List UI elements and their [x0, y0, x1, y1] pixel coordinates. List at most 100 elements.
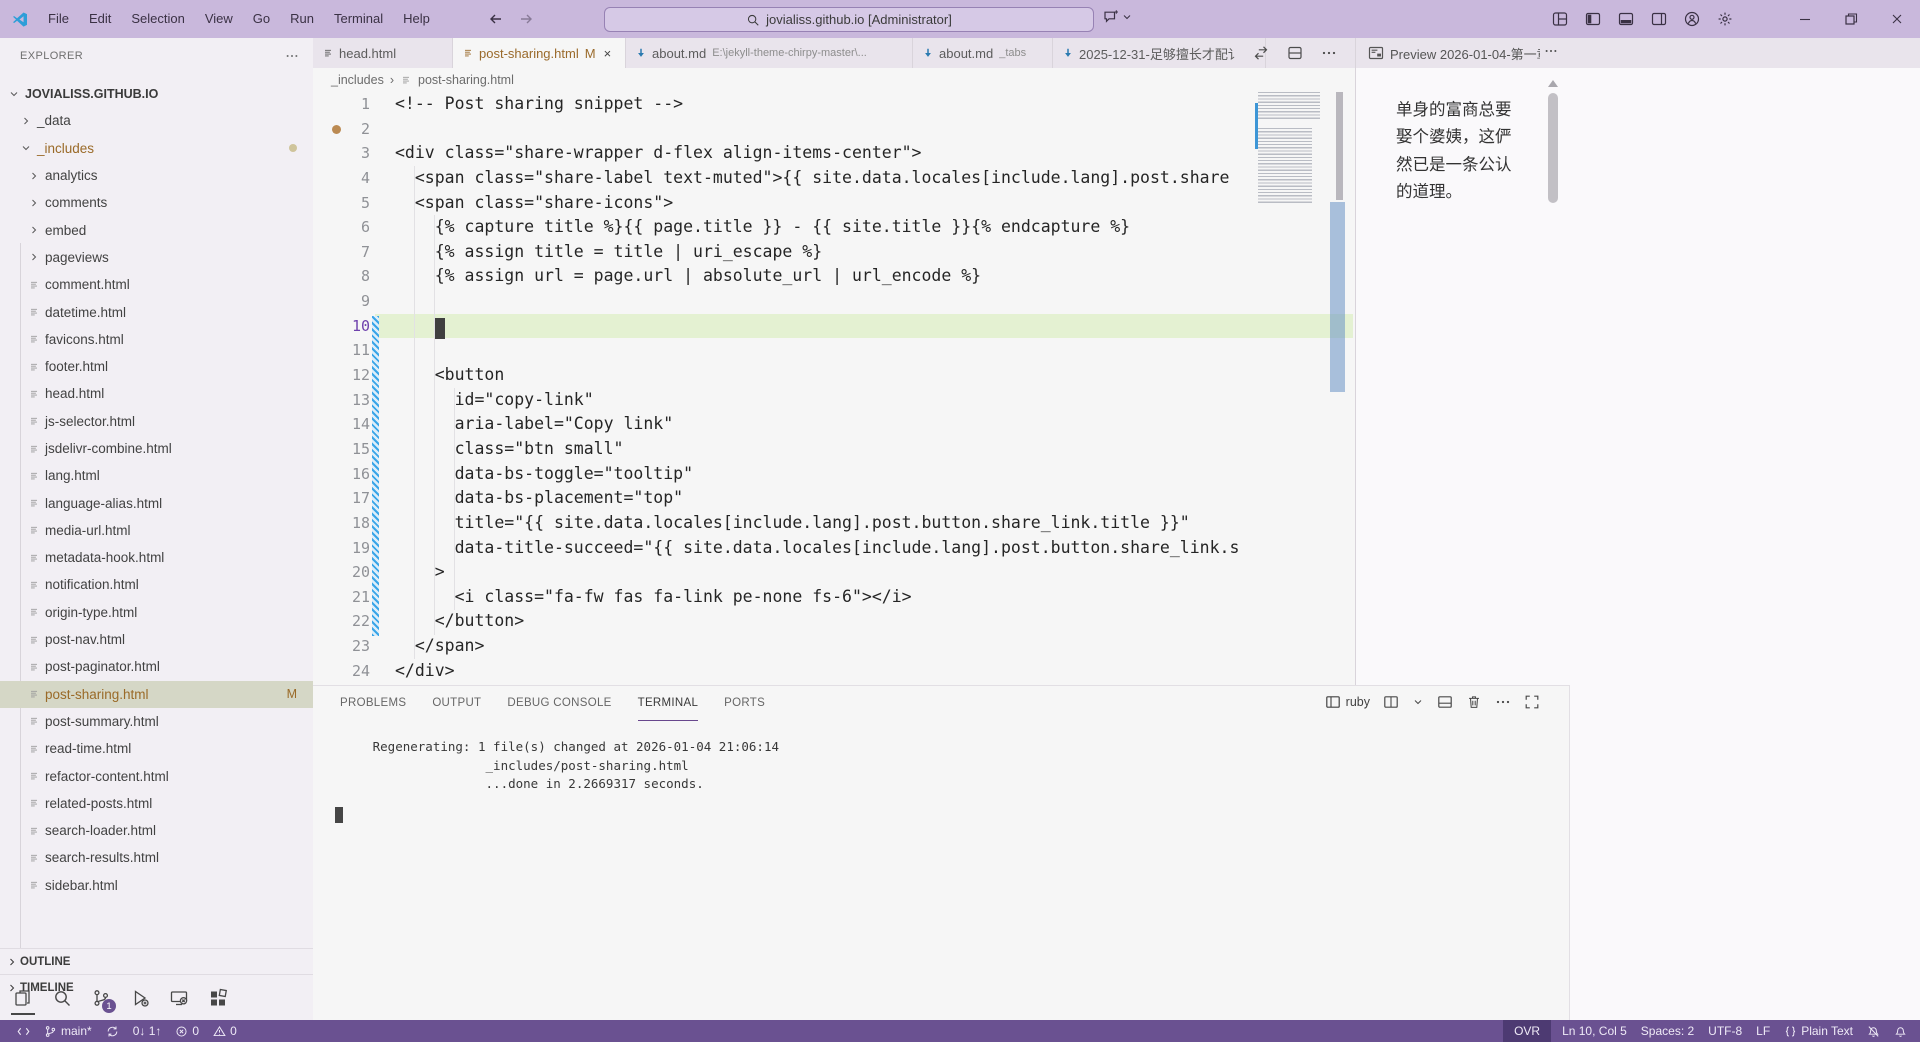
menu-file[interactable]: File: [38, 7, 79, 31]
status-item-0-1-[interactable]: 0↓ 1↑: [126, 1020, 169, 1042]
panel-tab-debug-console[interactable]: DEBUG CONSOLE: [507, 686, 611, 721]
tree-item-jovialiss-github-io[interactable]: JOVIALISS.GITHUB.IO: [0, 80, 313, 107]
tree-item-post-paginator-html[interactable]: post-paginator.html: [0, 653, 313, 680]
code-line-19[interactable]: 19 data-title-succeed="{{ site.data.loca…: [313, 536, 1353, 561]
open-changes-icon[interactable]: [1253, 45, 1269, 61]
tree-item-lang-html[interactable]: lang.html: [0, 462, 313, 489]
tree-item-refactor-content-html[interactable]: refactor-content.html: [0, 762, 313, 789]
code-line-17[interactable]: 17 data-bs-placement="top": [313, 486, 1353, 511]
editor-tab-2[interactable]: about.mdE:\jekyll-theme-chirpy-master\..…: [626, 38, 913, 68]
tree-item-origin-type-html[interactable]: origin-type.html: [0, 599, 313, 626]
toggle-sidebar-icon[interactable]: [1585, 11, 1601, 27]
tree-item-favicons-html[interactable]: favicons.html: [0, 326, 313, 353]
menu-view[interactable]: View: [195, 7, 243, 31]
editor-scrollbar[interactable]: [1336, 92, 1343, 200]
tree-item-datetime-html[interactable]: datetime.html: [0, 298, 313, 325]
status-item-bell-slash-icon[interactable]: [1860, 1020, 1887, 1042]
code-line-14[interactable]: 14 aria-label="Copy link": [313, 412, 1353, 437]
code-line-16[interactable]: 16 data-bs-toggle="tooltip": [313, 462, 1353, 487]
menu-go[interactable]: Go: [243, 7, 280, 31]
code-line-20[interactable]: 20 >: [313, 560, 1353, 585]
status-item-utf-8[interactable]: UTF-8: [1701, 1020, 1749, 1042]
terminal-instance[interactable]: ruby: [1325, 694, 1370, 710]
code-line-6[interactable]: 6 {% capture title %}{{ page.title }} - …: [313, 215, 1353, 240]
code-line-4[interactable]: 4 <span class="share-label text-muted">{…: [313, 166, 1353, 191]
status-item-braces-icon[interactable]: Plain Text: [1777, 1020, 1860, 1042]
tree-item--includes[interactable]: _includes: [0, 135, 313, 162]
code-line-21[interactable]: 21 <i class="fa-fw fas fa-link pe-none f…: [313, 585, 1353, 610]
breakpoint-dot[interactable]: [332, 125, 341, 134]
kill-terminal-icon[interactable]: [1466, 694, 1482, 710]
activity-files-icon[interactable]: [8, 979, 38, 1017]
code-line-3[interactable]: 3<div class="share-wrapper d-flex align-…: [313, 141, 1353, 166]
panel-tab-terminal[interactable]: TERMINAL: [638, 686, 699, 721]
tree-item-post-sharing-html[interactable]: post-sharing.htmlM: [0, 681, 313, 708]
preview-more-actions-icon[interactable]: [1544, 44, 1558, 58]
panel-tab-ports[interactable]: PORTS: [724, 686, 765, 721]
outline-section[interactable]: OUTLINE: [0, 948, 313, 974]
menu-edit[interactable]: Edit: [79, 7, 121, 31]
tree-item-comment-html[interactable]: comment.html: [0, 271, 313, 298]
toggle-secondary-sidebar-icon[interactable]: [1651, 11, 1667, 27]
tree-item-post-summary-html[interactable]: post-summary.html: [0, 708, 313, 735]
tree-item-post-nav-html[interactable]: post-nav.html: [0, 626, 313, 653]
breadcrumb-folder[interactable]: _includes: [331, 73, 384, 87]
toggle-panel-icon[interactable]: [1618, 11, 1634, 27]
tree-item-related-posts-html[interactable]: related-posts.html: [0, 790, 313, 817]
code-line-13[interactable]: 13 id="copy-link": [313, 388, 1353, 413]
split-editor-icon[interactable]: [1287, 45, 1303, 61]
forward-arrow-icon[interactable]: [518, 11, 534, 27]
back-arrow-icon[interactable]: [488, 11, 504, 27]
tree-item-head-html[interactable]: head.html: [0, 380, 313, 407]
preview-scrollbar[interactable]: [1548, 93, 1558, 203]
code-line-24[interactable]: 24</div>: [313, 659, 1353, 684]
settings-gear-icon[interactable]: [1717, 11, 1733, 27]
close-window-button[interactable]: [1874, 0, 1920, 38]
editor-tab-4[interactable]: 2025-12-31-足够擅长才配讠: [1053, 38, 1266, 68]
tree-item-comments[interactable]: comments: [0, 189, 313, 216]
menu-help[interactable]: Help: [393, 7, 440, 31]
status-item-ovr[interactable]: OVR: [1503, 1020, 1551, 1042]
tree-item-notification-html[interactable]: notification.html: [0, 571, 313, 598]
restore-button[interactable]: [1828, 0, 1874, 38]
activity-run-debug-icon[interactable]: [125, 979, 155, 1017]
status-item-sync-icon[interactable]: [99, 1020, 126, 1042]
maximize-panel-icon[interactable]: [1524, 694, 1540, 710]
editor-scrollbar-overlay[interactable]: [1330, 202, 1345, 392]
tree-item-metadata-hook-html[interactable]: metadata-hook.html: [0, 544, 313, 571]
customize-layout-icon[interactable]: [1552, 11, 1568, 27]
status-item-error-icon[interactable]: 0: [168, 1020, 206, 1042]
tree-item-js-selector-html[interactable]: js-selector.html: [0, 408, 313, 435]
menu-selection[interactable]: Selection: [121, 7, 194, 31]
tree-item-media-url-html[interactable]: media-url.html: [0, 517, 313, 544]
tree-item-read-time-html[interactable]: read-time.html: [0, 735, 313, 762]
tree-item-footer-html[interactable]: footer.html: [0, 353, 313, 380]
code-line-5[interactable]: 5 <span class="share-icons">: [313, 191, 1353, 216]
activity-remote-explorer-icon[interactable]: [164, 979, 194, 1017]
menu-terminal[interactable]: Terminal: [324, 7, 393, 31]
status-item-branch-icon[interactable]: main*: [37, 1020, 99, 1042]
status-item-remote-icon[interactable]: [10, 1020, 37, 1042]
more-actions-icon[interactable]: [1321, 45, 1337, 61]
status-item-warning-icon[interactable]: 0: [206, 1020, 244, 1042]
tree-item-search-loader-html[interactable]: search-loader.html: [0, 817, 313, 844]
code-line-10[interactable]: 10: [313, 314, 1353, 339]
activity-search-icon[interactable]: [47, 979, 77, 1017]
tree-item-sidebar-html[interactable]: sidebar.html: [0, 872, 313, 899]
minimap[interactable]: [1258, 92, 1333, 290]
status-item-ln-10-col-5[interactable]: Ln 10, Col 5: [1555, 1020, 1634, 1042]
tree-item-embed[interactable]: embed: [0, 216, 313, 243]
status-item-lf[interactable]: LF: [1749, 1020, 1777, 1042]
minimize-button[interactable]: [1782, 0, 1828, 38]
panel-tab-output[interactable]: OUTPUT: [432, 686, 481, 721]
chevron-down-icon[interactable]: [1412, 696, 1424, 708]
copilot-button[interactable]: [1103, 9, 1133, 25]
status-item-spaces-2[interactable]: Spaces: 2: [1634, 1020, 1701, 1042]
editor-tab-0[interactable]: head.html: [313, 38, 453, 68]
more-actions-icon[interactable]: [1495, 694, 1511, 710]
breadcrumb-file[interactable]: post-sharing.html: [418, 73, 514, 87]
account-icon[interactable]: [1684, 11, 1700, 27]
preview-content[interactable]: 单身的富商总要娶个婆姨，这俨然已是一条公认的道理。: [1396, 96, 1512, 206]
code-editor[interactable]: 1<!-- Post sharing snippet -->23<div cla…: [313, 92, 1353, 685]
breadcrumb[interactable]: _includes › post-sharing.html: [313, 68, 1355, 92]
